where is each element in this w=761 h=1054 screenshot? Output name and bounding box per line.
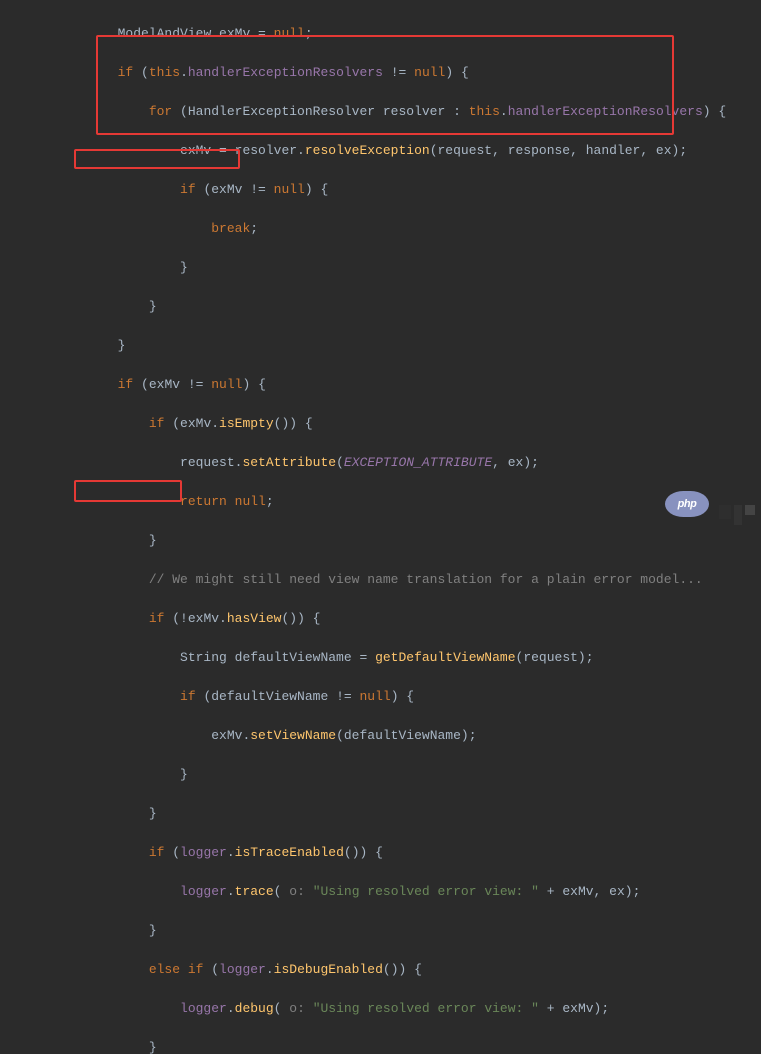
code-line: for (HandlerExceptionResolver resolver :… <box>24 102 761 122</box>
code-line: } <box>24 258 761 278</box>
code-line: } <box>24 804 761 824</box>
code-line: if (this.handlerExceptionResolvers != nu… <box>24 63 761 83</box>
php-logo-text: php <box>678 496 697 513</box>
code-line: } <box>24 297 761 317</box>
code-line: // We might still need view name transla… <box>24 570 761 590</box>
code-line: if (exMv.isEmpty()) { <box>24 414 761 434</box>
code-line: if (exMv != null) { <box>24 180 761 200</box>
code-line: } <box>24 336 761 356</box>
code-line: } <box>24 1038 761 1054</box>
code-line: logger.debug( o: "Using resolved error v… <box>24 999 761 1019</box>
php-logo-badge: php <box>665 491 709 517</box>
code-line: if (defaultViewName != null) { <box>24 687 761 707</box>
code-line: return null; <box>24 492 761 512</box>
code-line: String defaultViewName = getDefaultViewN… <box>24 648 761 668</box>
code-line: } <box>24 765 761 785</box>
code-line: logger.trace( o: "Using resolved error v… <box>24 882 761 902</box>
code-line: } <box>24 921 761 941</box>
code-editor[interactable]: ModelAndView exMv = null; if (this.handl… <box>0 4 761 1054</box>
code-line: if (exMv != null) { <box>24 375 761 395</box>
code-line: exMv.setViewName(defaultViewName); <box>24 726 761 746</box>
code-line: if (!exMv.hasView()) { <box>24 609 761 629</box>
code-line: } <box>24 531 761 551</box>
code-line: ModelAndView exMv = null; <box>24 24 761 44</box>
code-line: exMv = resolver.resolveException(request… <box>24 141 761 161</box>
code-line: else if (logger.isDebugEnabled()) { <box>24 960 761 980</box>
pixel-artifact <box>719 505 755 525</box>
code-line: break; <box>24 219 761 239</box>
code-line: if (logger.isTraceEnabled()) { <box>24 843 761 863</box>
code-line: request.setAttribute(EXCEPTION_ATTRIBUTE… <box>24 453 761 473</box>
